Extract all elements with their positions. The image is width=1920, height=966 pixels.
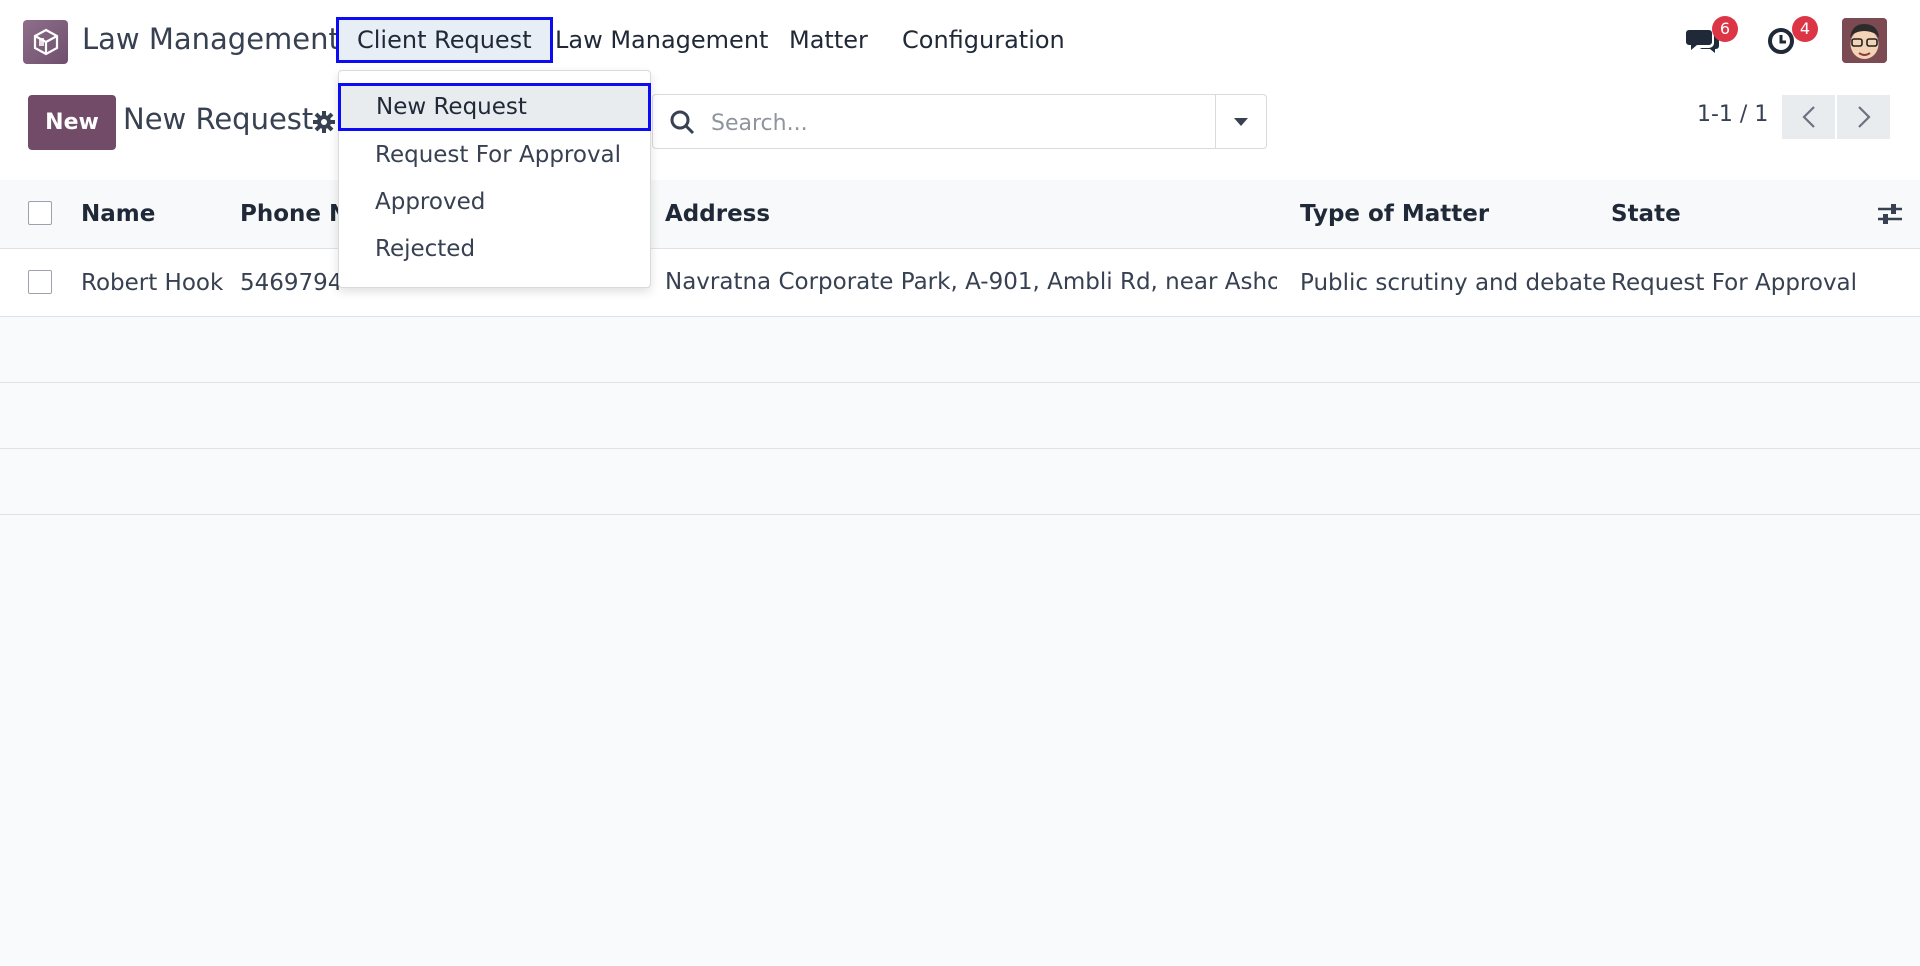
search-input[interactable] (709, 105, 1193, 141)
breadcrumb: New Request (123, 102, 314, 136)
column-header-name[interactable]: Name (81, 180, 155, 248)
column-header-address[interactable]: Address (665, 180, 770, 248)
cell-address: Navratna Corporate Park, A-901, Ambli Rd… (665, 269, 1277, 295)
chevron-right-icon (1857, 106, 1871, 128)
control-panel: New New Request 1-1 / 1 (0, 80, 1920, 181)
empty-row (0, 383, 1920, 449)
pager-next-button[interactable] (1837, 95, 1890, 139)
cell-name: Robert Hook (81, 269, 224, 296)
dropdown-item-request-for-approval[interactable]: Request For Approval (339, 133, 650, 177)
menu-law-management[interactable]: Law Management (537, 17, 786, 63)
optional-columns-icon[interactable] (1876, 202, 1904, 230)
menu-client-request[interactable]: Client Request (336, 17, 553, 63)
row-checkbox[interactable] (28, 270, 52, 294)
list-table: Name Phone N Address Type of Matter Stat… (0, 180, 1920, 515)
caret-down-icon (1234, 117, 1248, 126)
top-navbar: Law Management Client Request Law Manage… (0, 0, 1920, 80)
column-header-type-of-matter[interactable]: Type of Matter (1300, 180, 1489, 248)
user-avatar[interactable] (1842, 18, 1887, 63)
empty-row (0, 317, 1920, 383)
app-name: Law Management (82, 22, 340, 56)
dropdown-item-approved[interactable]: Approved (339, 180, 650, 224)
new-button[interactable]: New (28, 95, 116, 150)
dropdown-item-new-request[interactable]: New Request (338, 83, 651, 131)
client-request-dropdown: New Request Request For Approval Approve… (338, 70, 651, 288)
gear-icon[interactable] (312, 110, 336, 138)
messages-badge: 6 (1712, 16, 1738, 42)
table-row[interactable]: Robert Hook 5469794 Navratna Corporate P… (0, 249, 1920, 317)
empty-row (0, 449, 1920, 515)
activities-badge: 4 (1792, 16, 1818, 42)
dropdown-item-rejected[interactable]: Rejected (339, 227, 650, 271)
cell-phone: 5469794 (240, 269, 340, 296)
pager-previous-button[interactable] (1782, 95, 1835, 139)
activities-button[interactable]: 4 (1764, 16, 1818, 62)
menu-configuration[interactable]: Configuration (884, 17, 1083, 63)
column-header-state[interactable]: State (1611, 180, 1681, 248)
search-bar (652, 94, 1267, 149)
app-logo-icon[interactable] (23, 20, 68, 64)
cell-type-of-matter: Public scrutiny and debate (1300, 269, 1607, 296)
column-header-phone[interactable]: Phone N (240, 180, 340, 248)
cell-state: Request For Approval (1611, 269, 1858, 296)
search-options-toggle[interactable] (1215, 95, 1266, 148)
table-header: Name Phone N Address Type of Matter Stat… (0, 180, 1920, 249)
pager-value[interactable]: 1-1 / 1 (1697, 102, 1768, 127)
search-icon (669, 109, 695, 139)
chevron-left-icon (1801, 106, 1815, 128)
menu-matter[interactable]: Matter (771, 17, 886, 63)
select-all-checkbox[interactable] (28, 201, 52, 225)
messages-button[interactable]: 6 (1684, 16, 1738, 62)
